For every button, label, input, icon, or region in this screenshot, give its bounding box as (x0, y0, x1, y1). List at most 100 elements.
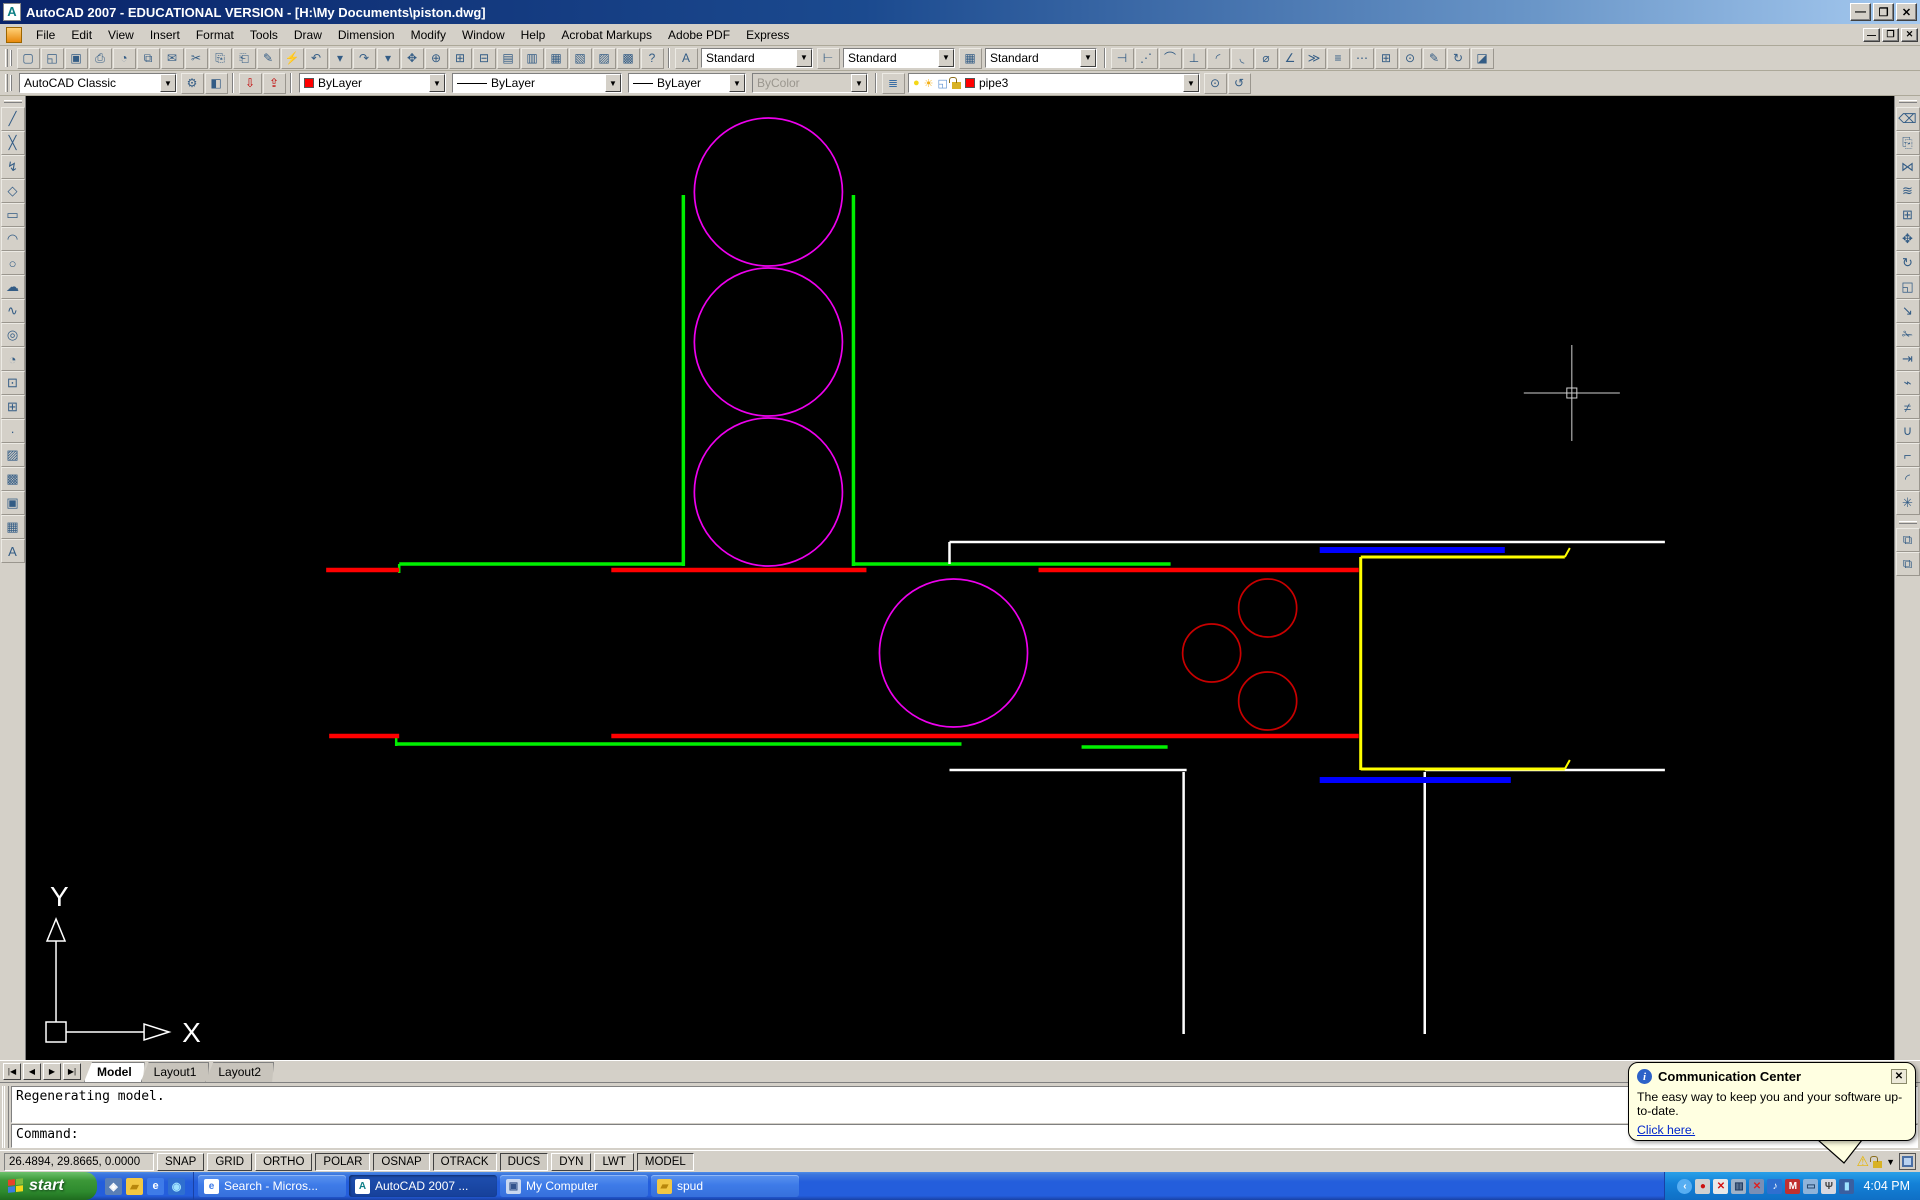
menu-acrobat-markups[interactable]: Acrobat Markups (553, 26, 660, 44)
etransmit-button[interactable]: ✉ (161, 48, 184, 69)
workspace-settings-button[interactable]: ⚙ (181, 73, 204, 94)
rectangle-button[interactable]: ▭ (1, 203, 25, 227)
undo-button[interactable]: ↶ (305, 48, 328, 69)
tool-palettes-button[interactable]: ▦ (545, 48, 568, 69)
toggle-model[interactable]: MODEL (637, 1153, 694, 1171)
wireless-icon[interactable]: Ψ (1821, 1179, 1836, 1194)
mirror-button[interactable]: ⋈ (1896, 155, 1920, 179)
polygon-button[interactable]: ◇ (1, 179, 25, 203)
designcenter-button[interactable]: ▥ (521, 48, 544, 69)
dim-aligned-button[interactable]: ⋰ (1135, 48, 1158, 69)
ellipse-arc-button[interactable]: ◔ (1, 347, 25, 371)
dim-center-mark-button[interactable]: ⊙ (1399, 48, 1422, 69)
dim-quick-button[interactable]: ≫ (1303, 48, 1326, 69)
toggle-otrack[interactable]: OTRACK (433, 1153, 497, 1171)
region-button[interactable]: ▣ (1, 491, 25, 515)
dim-arc-length-button[interactable]: ⌒ (1159, 48, 1182, 69)
workspace-combo[interactable]: AutoCAD Classic▼ (19, 73, 177, 93)
make-block-button[interactable]: ⊞ (1, 395, 25, 419)
break-button[interactable]: ≠ (1896, 395, 1920, 419)
m-app-icon[interactable]: M (1785, 1179, 1800, 1194)
command-window-grip[interactable] (2, 1086, 9, 1148)
table-style-combo[interactable]: Standard▼ (985, 48, 1097, 68)
menu-view[interactable]: View (100, 26, 142, 44)
drawing-canvas[interactable]: YX (26, 96, 1894, 1060)
dim-edit-button[interactable]: ✎ (1423, 48, 1446, 69)
multiline-text-button[interactable]: A (1, 539, 25, 563)
dim-linear-button[interactable]: ⊣ (1111, 48, 1134, 69)
dim-radius-button[interactable]: ◜ (1207, 48, 1230, 69)
toggle-polar[interactable]: POLAR (315, 1153, 370, 1171)
mdi-minimize-button[interactable]: — (1863, 28, 1880, 42)
chamfer-button[interactable]: ⌐ (1896, 443, 1920, 467)
next-tab-button[interactable]: ▶ (43, 1063, 61, 1080)
ellipse-button[interactable]: ◎ (1, 323, 25, 347)
match-properties-button[interactable]: ✎ (257, 48, 280, 69)
copy-button[interactable]: ⎘ (209, 48, 232, 69)
mdi-close-button[interactable]: ✕ (1901, 28, 1918, 42)
draw-order-back-button[interactable]: ⧉ (1896, 552, 1920, 576)
erase-button[interactable]: ⌫ (1896, 107, 1920, 131)
toolbar-grip[interactable] (5, 49, 8, 67)
dim-style-mgr-button[interactable]: ◪ (1471, 48, 1494, 69)
menu-adobe-pdf[interactable]: Adobe PDF (660, 26, 738, 44)
dual-monitor-icon[interactable]: ▭ (1803, 1179, 1818, 1194)
task-search[interactable]: eSearch - Micros... (198, 1175, 346, 1197)
dim-continue-button[interactable]: ⋯ (1351, 48, 1374, 69)
line-button[interactable]: ╱ (1, 107, 25, 131)
plot-preview-button[interactable]: ◔ (113, 48, 136, 69)
launch-folder-icon[interactable]: ▰ (126, 1178, 143, 1195)
qnew-button[interactable]: ▢ (17, 48, 40, 69)
scale-button[interactable]: ◱ (1896, 275, 1920, 299)
task-spud[interactable]: ▰spud (651, 1175, 799, 1197)
join-button[interactable]: ∪ (1896, 419, 1920, 443)
help-button[interactable]: ? (641, 48, 664, 69)
acrobat-convert-button[interactable]: ⇩ (239, 73, 262, 94)
hatch-button[interactable]: ▨ (1, 443, 25, 467)
toolbar-grip[interactable] (5, 74, 8, 92)
first-tab-button[interactable]: |◀ (3, 1063, 21, 1080)
paste-button[interactable]: ⎗ (233, 48, 256, 69)
start-button[interactable]: start (0, 1172, 97, 1200)
layer-previous-button[interactable]: ↺ (1228, 73, 1251, 94)
status-menu-arrow-icon[interactable]: ▼ (1886, 1157, 1895, 1167)
menu-window[interactable]: Window (454, 26, 513, 44)
mcafee-icon[interactable]: ✕ (1713, 1179, 1728, 1194)
hide-tray-chevron-icon[interactable]: ‹ (1677, 1179, 1692, 1194)
fillet-button[interactable]: ◜ (1896, 467, 1920, 491)
balloon-close-button[interactable]: ✕ (1891, 1069, 1907, 1084)
tab-layout2[interactable]: Layout2 (205, 1062, 274, 1082)
dim-ordinate-button[interactable]: ⊥ (1183, 48, 1206, 69)
redo-button[interactable]: ↷ (353, 48, 376, 69)
toolbar-lock-icon[interactable] (1873, 1161, 1882, 1168)
launch-ie-icon[interactable]: e (147, 1178, 164, 1195)
dim-angular-button[interactable]: ∠ (1279, 48, 1302, 69)
close-button[interactable]: ✕ (1896, 3, 1917, 21)
insert-block-button[interactable]: ⊡ (1, 371, 25, 395)
menu-express[interactable]: Express (738, 26, 797, 44)
toggle-ortho[interactable]: ORTHO (255, 1153, 312, 1171)
construction-line-button[interactable]: ╳ (1, 131, 25, 155)
quickcalc-button[interactable]: ▩ (617, 48, 640, 69)
coordinate-readout[interactable]: 26.4894, 29.8665, 0.0000 (4, 1153, 154, 1171)
break-at-point-button[interactable]: ⌁ (1896, 371, 1920, 395)
menu-draw[interactable]: Draw (286, 26, 330, 44)
zoom-previous-button[interactable]: ⊟ (473, 48, 496, 69)
taskbar-clock[interactable]: 4:04 PM (1863, 1179, 1910, 1193)
table-button[interactable]: ▦ (1, 515, 25, 539)
dim-diameter-button[interactable]: ⌀ (1255, 48, 1278, 69)
layer-lock-icon[interactable] (952, 82, 961, 89)
linetype-combo[interactable]: ByLayer ▼ (452, 73, 622, 93)
markup-manager-button[interactable]: ▨ (593, 48, 616, 69)
dim-update-button[interactable]: ↻ (1447, 48, 1470, 69)
last-tab-button[interactable]: ▶| (63, 1063, 81, 1080)
battery-icon[interactable]: ▮ (1839, 1179, 1854, 1194)
toolbar-grip[interactable] (1899, 521, 1917, 524)
toggle-grid[interactable]: GRID (207, 1153, 252, 1171)
make-object-layer-current-button[interactable]: ⊙ (1204, 73, 1227, 94)
layer-freeze-sun-icon[interactable]: ☀ (924, 77, 934, 90)
toggle-osnap[interactable]: OSNAP (373, 1153, 429, 1171)
redo-drop-button[interactable]: ▾ (377, 48, 400, 69)
toggle-snap[interactable]: SNAP (157, 1153, 204, 1171)
cut-button[interactable]: ✂ (185, 48, 208, 69)
